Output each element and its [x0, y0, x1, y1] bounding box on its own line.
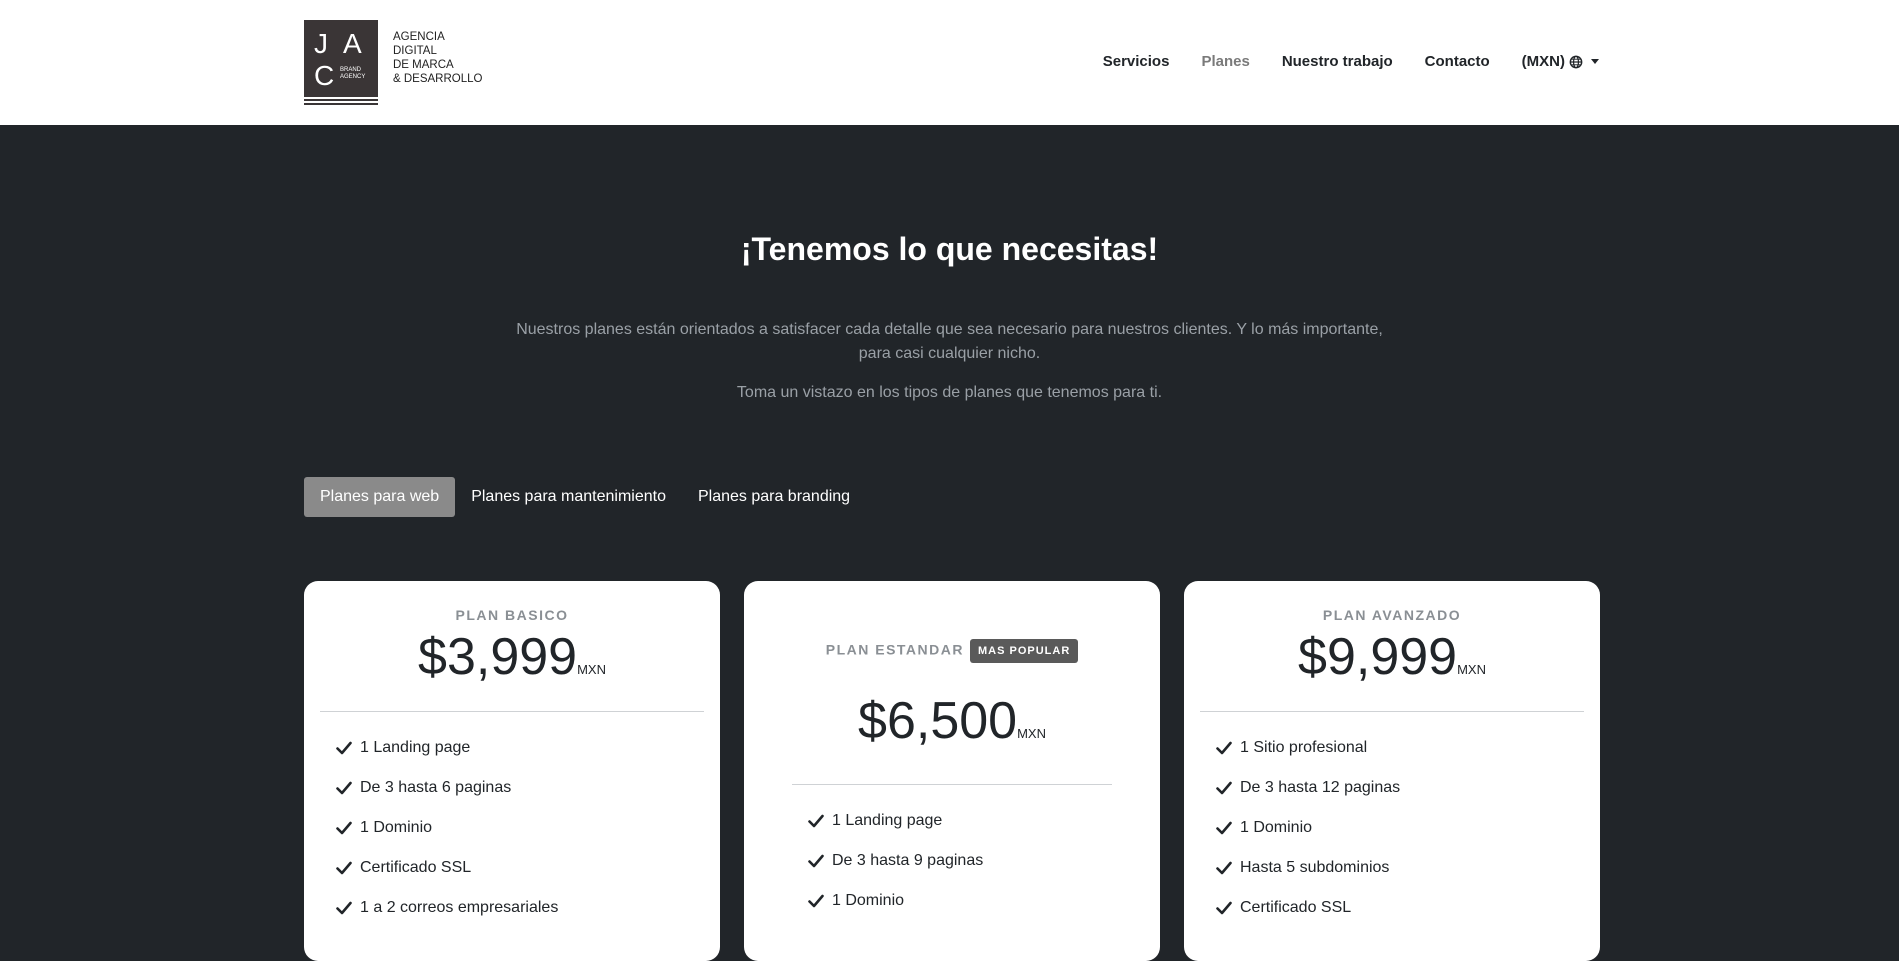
feature-label: De 3 hasta 9 paginas — [832, 852, 984, 869]
list-item: 1 Sitio profesional — [1216, 728, 1400, 768]
price-amount: $3,999 — [418, 628, 578, 686]
tab-planes-branding[interactable]: Planes para branding — [682, 477, 866, 517]
plan-price: $9,999MXN — [1184, 627, 1600, 687]
plan-card-estandar: PLAN ESTANDAR MAS POPULAR $6,500MXN 1 Lan… — [744, 581, 1160, 961]
feature-label: Certificado SSL — [1240, 899, 1352, 916]
plan-name-row: PLAN ESTANDAR MAS POPULAR — [744, 639, 1160, 663]
currency-dropdown[interactable]: (MXN) — [1522, 53, 1599, 70]
logo-text: AGENCIA DIGITAL DE MARCA & DESARROLLO — [393, 31, 483, 85]
currency-label: (MXN) — [1521, 53, 1565, 70]
feature-label: 1 Dominio — [360, 819, 433, 836]
list-item: 1 Dominio — [808, 881, 983, 921]
divider — [1200, 711, 1584, 712]
list-item: De 3 hasta 9 paginas — [808, 841, 983, 881]
globe-icon — [1569, 55, 1583, 68]
feature-label: 1 Dominio — [1240, 819, 1313, 836]
logo-underline — [304, 99, 378, 101]
logo-underline — [304, 103, 378, 105]
plan-card-basico: PLAN BASICO $3,999MXN 1 Landing page De … — [304, 581, 720, 961]
divider — [320, 711, 704, 712]
feature-label: De 3 hasta 6 paginas — [360, 779, 512, 796]
check-icon — [808, 814, 824, 828]
logo-small-text: BRAND AGENCY — [340, 67, 366, 80]
feature-label: 1 Sitio profesional — [1240, 739, 1368, 756]
popular-badge: MAS POPULAR — [969, 639, 1079, 663]
list-item: Certificado SSL — [1216, 888, 1400, 928]
logo-letter-j: J — [314, 28, 328, 59]
tab-planes-mantenimiento[interactable]: Planes para mantenimiento — [455, 477, 682, 517]
logo[interactable]: J A C BRAND AGENCY AGENCIA DIGITAL DE MA… — [304, 20, 483, 105]
hero-description-line1: Nuestros planes están orientados a satis… — [516, 321, 1383, 338]
hero-subdescription: Toma un vistazo en los tipos de planes q… — [736, 384, 1163, 401]
check-icon — [1216, 781, 1232, 795]
feature-label: De 3 hasta 12 paginas — [1240, 779, 1401, 796]
list-item: 1 Dominio — [1216, 808, 1400, 848]
feature-list: 1 Landing page De 3 hasta 9 paginas 1 Do… — [808, 801, 983, 921]
feature-list: 1 Landing page De 3 hasta 6 paginas 1 Do… — [336, 728, 558, 928]
list-item: Hasta 5 subdominios — [1216, 848, 1400, 888]
price-currency: MXN — [577, 662, 606, 677]
plan-price: $6,500MXN — [744, 691, 1160, 751]
logo-letter-c: C — [314, 60, 335, 91]
list-item: 1 Dominio — [336, 808, 558, 848]
check-icon — [1216, 821, 1232, 835]
feature-label: 1 Landing page — [360, 739, 471, 756]
page-title: ¡Tenemos lo que necesitas! — [740, 231, 1159, 267]
plan-price: $3,999MXN — [304, 627, 720, 687]
price-amount: $9,999 — [1298, 628, 1458, 686]
feature-list: 1 Sitio profesional De 3 hasta 12 pagina… — [1216, 728, 1400, 928]
tab-planes-web[interactable]: Planes para web — [304, 477, 456, 517]
feature-label: Hasta 5 subdominios — [1240, 859, 1390, 876]
plan-tabs: Planes para web Planes para mantenimient… — [304, 477, 866, 517]
check-icon — [336, 781, 352, 795]
check-icon — [808, 854, 824, 868]
list-item: 1 a 2 correos empresariales — [336, 888, 558, 928]
plan-card-avanzado: PLAN AVANZADO $9,999MXN 1 Sitio profesio… — [1184, 581, 1600, 961]
list-item: 1 Landing page — [336, 728, 558, 768]
logo-mark: J A C BRAND AGENCY — [304, 20, 378, 105]
list-item: De 3 hasta 12 paginas — [1216, 768, 1400, 808]
price-currency: MXN — [1017, 726, 1046, 741]
logo-block: J A C BRAND AGENCY — [304, 20, 378, 97]
plan-name: PLAN ESTANDAR — [825, 641, 964, 658]
feature-label: 1 Dominio — [832, 892, 905, 909]
price-amount: $6,500 — [858, 692, 1018, 750]
feature-label: Certificado SSL — [360, 859, 472, 876]
divider — [792, 784, 1112, 785]
check-icon — [336, 861, 352, 875]
nav-contacto[interactable]: Contacto — [1425, 53, 1490, 70]
list-item: De 3 hasta 6 paginas — [336, 768, 558, 808]
logo-letter-a: A — [343, 28, 362, 59]
nav-servicios[interactable]: Servicios — [1103, 53, 1170, 70]
check-icon — [1216, 901, 1232, 915]
chevron-down-icon — [1591, 59, 1599, 64]
price-currency: MXN — [1457, 662, 1486, 677]
navbar: J A C BRAND AGENCY AGENCIA DIGITAL DE MA… — [0, 0, 1899, 125]
plan-name: PLAN AVANZADO — [1322, 607, 1462, 623]
check-icon — [808, 894, 824, 908]
feature-label: 1 Landing page — [832, 812, 943, 829]
nav-planes[interactable]: Planes — [1201, 53, 1249, 70]
check-icon — [336, 901, 352, 915]
nav-nuestro-trabajo[interactable]: Nuestro trabajo — [1282, 53, 1393, 70]
list-item: 1 Landing page — [808, 801, 983, 841]
plan-name: PLAN BASICO — [455, 607, 569, 623]
main-nav: Servicios Planes Nuestro trabajo Contact… — [1103, 53, 1599, 70]
check-icon — [1216, 741, 1232, 755]
feature-label: 1 a 2 correos empresariales — [360, 899, 559, 916]
check-icon — [1216, 861, 1232, 875]
check-icon — [336, 741, 352, 755]
list-item: Certificado SSL — [336, 848, 558, 888]
check-icon — [336, 821, 352, 835]
hero-description-line2: para casi cualquier nicho. — [858, 345, 1041, 362]
